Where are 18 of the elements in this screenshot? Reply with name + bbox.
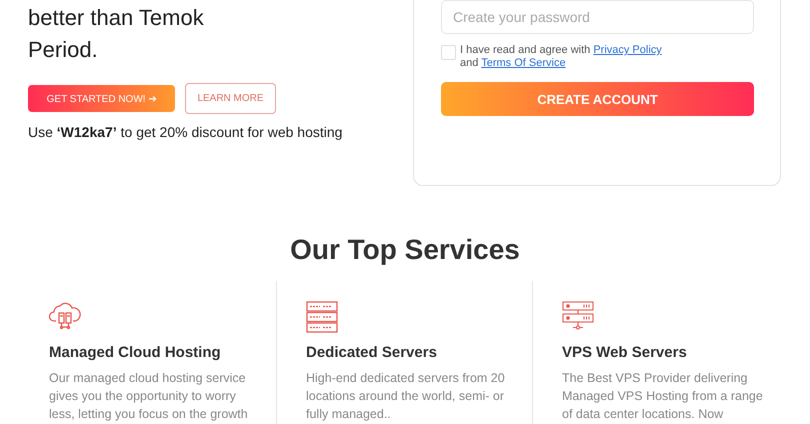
terms-link[interactable]: Terms Of Service (481, 57, 566, 69)
agree-text: I have read and agree with Privacy Policy and Terms Of Service (460, 44, 662, 70)
service-description: High-end dedicated servers from 20 locations around the world, semi- or fully managed.. (306, 370, 506, 423)
service-title: Managed Cloud Hosting (49, 343, 222, 363)
service-description: The Best VPS Provider delivering Managed VPS Hosting from a range of data center locations. Now (562, 370, 764, 423)
service-title: VPS Web Servers (562, 343, 688, 363)
service-title: Dedicated Servers (306, 343, 438, 363)
privacy-policy-link[interactable]: Privacy Policy (593, 44, 662, 56)
password-field[interactable]: Create your password (441, 0, 754, 34)
service-description: Our managed cloud hosting service gives you the opportunity to worry less, letting you focus on the growth (49, 370, 249, 423)
create-account-button[interactable]: CREATE ACCOUNT (441, 82, 754, 116)
server-rack-icon (306, 301, 338, 333)
get-started-button[interactable]: GET STARTED NOW! ➔ (28, 85, 175, 112)
promo-text: Use ‘W12ka7’ to get 20% discount for web hosting (28, 124, 344, 140)
headline: better than Temok Period. (28, 4, 205, 64)
learn-more-button[interactable]: LEARN MORE (185, 83, 276, 114)
agree-checkbox[interactable] (441, 45, 456, 60)
section-title: Our Top Services (289, 233, 521, 267)
